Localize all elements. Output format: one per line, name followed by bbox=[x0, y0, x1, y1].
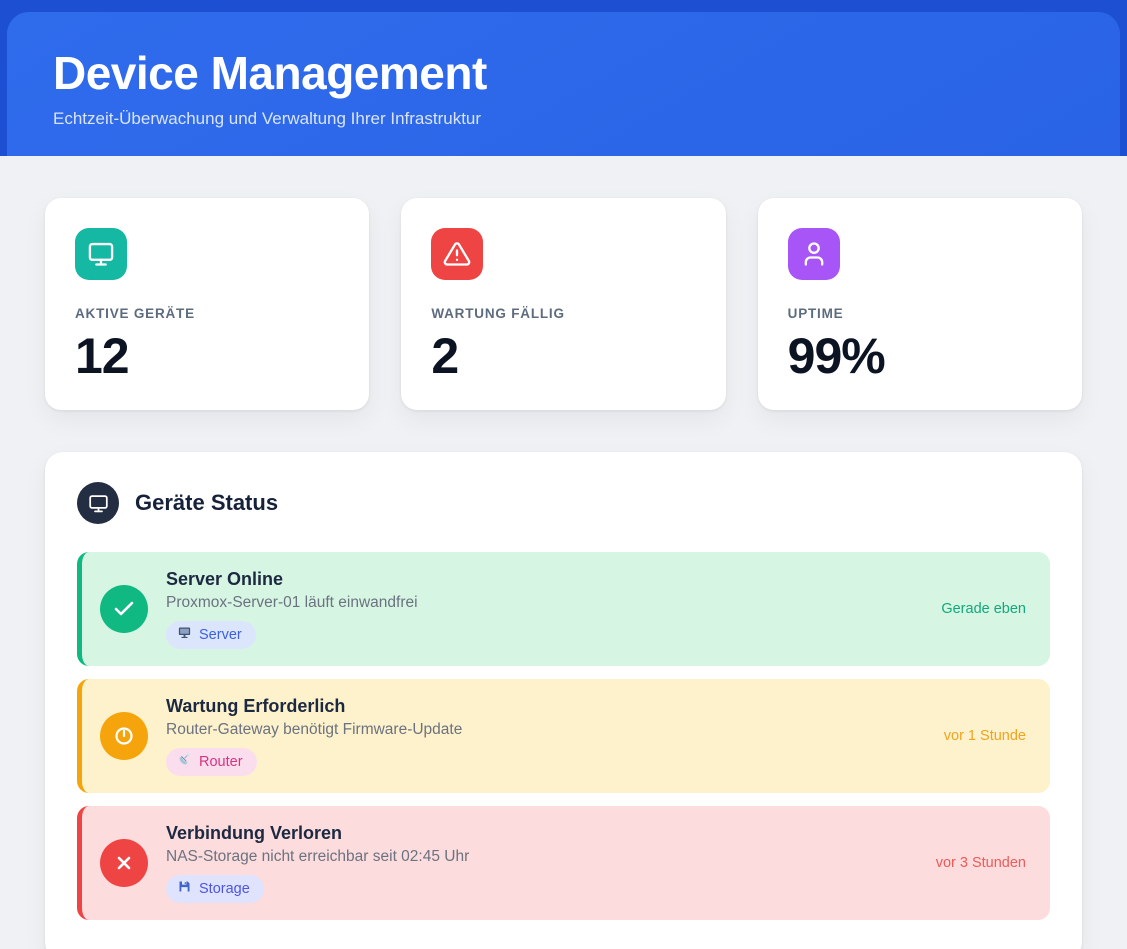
status-item-timestamp: Gerade eben bbox=[941, 601, 1026, 617]
device-type-badge: Server bbox=[166, 621, 256, 649]
status-section-title: Geräte Status bbox=[135, 490, 278, 516]
device-status-section: Geräte Status Server Online Proxmox-Serv… bbox=[45, 452, 1082, 949]
desktop-computer-icon bbox=[177, 625, 192, 644]
stat-value: 2 bbox=[431, 327, 695, 385]
stat-label: WARTUNG FÄLLIG bbox=[431, 306, 695, 321]
check-icon bbox=[100, 585, 148, 633]
status-item-title: Verbindung Verloren bbox=[166, 823, 469, 844]
badge-label: Server bbox=[199, 627, 242, 643]
badge-label: Storage bbox=[199, 881, 250, 897]
status-item-body: Server Online Proxmox-Server-01 läuft ei… bbox=[166, 569, 418, 649]
alert-triangle-icon bbox=[431, 228, 483, 280]
badge-label: Router bbox=[199, 754, 243, 770]
page-subtitle: Echtzeit-Überwachung und Verwaltung Ihre… bbox=[53, 109, 1074, 129]
status-item-description: NAS-Storage nicht erreichbar seit 02:45 … bbox=[166, 848, 469, 866]
user-icon bbox=[788, 228, 840, 280]
x-icon bbox=[100, 839, 148, 887]
status-item-body: Wartung Erforderlich Router-Gateway benö… bbox=[166, 696, 462, 776]
status-section-header: Geräte Status bbox=[77, 482, 1050, 524]
monitor-icon bbox=[77, 482, 119, 524]
status-item-timestamp: vor 3 Stunden bbox=[936, 855, 1026, 871]
status-item-title: Server Online bbox=[166, 569, 418, 590]
status-item-description: Proxmox-Server-01 läuft einwandfrei bbox=[166, 594, 418, 612]
stat-card-maintenance-due: WARTUNG FÄLLIG 2 bbox=[401, 198, 725, 410]
stat-value: 99% bbox=[788, 327, 1052, 385]
stat-card-uptime: UPTIME 99% bbox=[758, 198, 1082, 410]
device-type-badge: Router bbox=[166, 748, 257, 776]
status-item-connection-lost[interactable]: Verbindung Verloren NAS-Storage nicht er… bbox=[77, 806, 1050, 920]
stat-label: UPTIME bbox=[788, 306, 1052, 321]
stat-card-active-devices: AKTIVE GERÄTE 12 bbox=[45, 198, 369, 410]
monitor-icon bbox=[75, 228, 127, 280]
page-title: Device Management bbox=[53, 48, 1074, 99]
status-item-body: Verbindung Verloren NAS-Storage nicht er… bbox=[166, 823, 469, 903]
page-header: Device Management Echtzeit-Überwachung u… bbox=[7, 12, 1120, 156]
status-item-timestamp: vor 1 Stunde bbox=[944, 728, 1026, 744]
stat-label: AKTIVE GERÄTE bbox=[75, 306, 339, 321]
top-banner: Device Management Echtzeit-Überwachung u… bbox=[0, 0, 1127, 156]
status-item-title: Wartung Erforderlich bbox=[166, 696, 462, 717]
main-content: AKTIVE GERÄTE 12 WARTUNG FÄLLIG 2 UPTIME… bbox=[0, 156, 1127, 949]
status-item-description: Router-Gateway benötigt Firmware-Update bbox=[166, 721, 462, 739]
satellite-dish-icon bbox=[177, 752, 192, 771]
stats-row: AKTIVE GERÄTE 12 WARTUNG FÄLLIG 2 UPTIME… bbox=[45, 198, 1082, 410]
clock-icon bbox=[100, 712, 148, 760]
device-type-badge: Storage bbox=[166, 875, 264, 903]
status-item-maintenance-required[interactable]: Wartung Erforderlich Router-Gateway benö… bbox=[77, 679, 1050, 793]
floppy-disk-icon bbox=[177, 879, 192, 898]
stat-value: 12 bbox=[75, 327, 339, 385]
status-item-server-online[interactable]: Server Online Proxmox-Server-01 läuft ei… bbox=[77, 552, 1050, 666]
